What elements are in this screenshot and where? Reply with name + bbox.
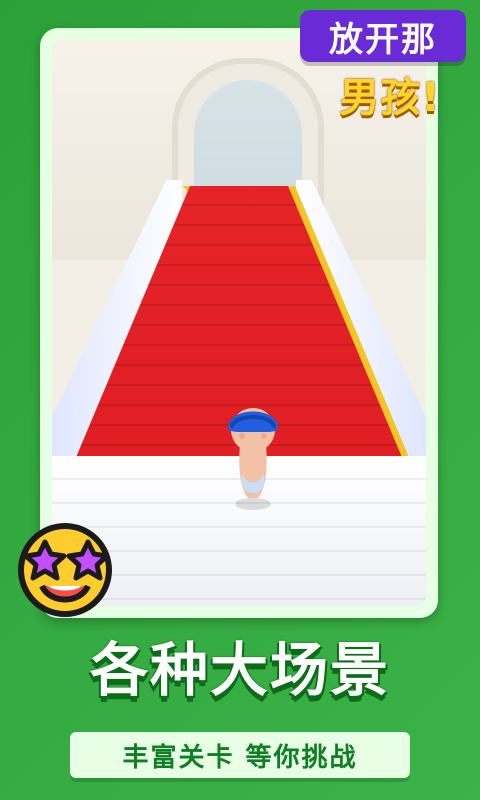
star-struck-emoji-icon [18, 523, 112, 617]
title-line-2: 男孩! [339, 75, 441, 121]
title-line-1: 放开那 [300, 10, 466, 62]
subtitle-text: 丰富关卡 等你挑战 [122, 742, 358, 773]
subtitle-bar: 丰富关卡 等你挑战 [70, 732, 410, 778]
headline: 各种大场景 [89, 636, 390, 704]
baby-character[interactable] [218, 386, 288, 516]
title-badge: 放开那 男孩! [300, 10, 472, 121]
